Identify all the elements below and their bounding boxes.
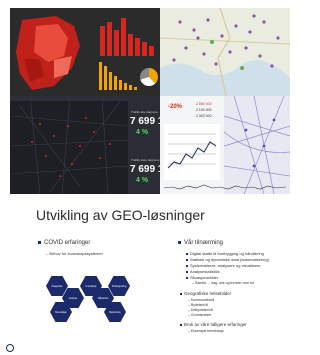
dashboard-thumbnail-point-map[interactable]: [160, 8, 290, 96]
kpi-title: Trafikk alle dagnene: [131, 110, 158, 114]
bullet-icon: [180, 292, 182, 295]
bullet-icon: [186, 258, 188, 261]
kpi-title: Trafikk siste dagnene: [131, 158, 160, 162]
change-badge: -20%: [168, 104, 183, 110]
bar-chart-yellow: [99, 62, 137, 90]
sub-bullet-text: Eksempel beredskap: [190, 329, 224, 333]
bullet-icon: [186, 270, 188, 273]
geo-item-text: Kommunalnivå: [190, 298, 215, 302]
bullet-item: Analysestatistikk: [186, 269, 220, 274]
dashboard-thumbnail-analytics[interactable]: -20% 2 550 000 2 190 000 2 300 000: [160, 96, 290, 194]
route-map: [224, 96, 290, 194]
left-sub: – Behov for kunnskapssystemer: [46, 251, 103, 256]
hex-item: Nasjonale: [46, 276, 68, 296]
geo-item: – Grunnkretser: [188, 313, 212, 317]
right-heading-3: Bruk av våre tidligere erfaringer: [180, 322, 247, 327]
sub-bullet: – Samtid → dag, uke og trender over tid: [192, 281, 255, 285]
bullet-icon: [178, 240, 181, 244]
right-heading-2-text: Geografiske helsebilder: [184, 291, 232, 296]
kpi-change: 4 %: [136, 177, 149, 184]
timeline-chart: [164, 184, 286, 190]
bullet-item: Situasjonsbilder: [186, 275, 218, 280]
donut-chart: [140, 68, 158, 86]
stat-value: 2 300 000: [196, 114, 212, 118]
right-heading: Vår tilnærming: [178, 240, 223, 246]
bullet-item: Statiske og dynamiske data (automatiseri…: [186, 257, 269, 262]
sub-bullet-text: Samtid → dag, uke og trender over tid: [194, 281, 255, 285]
bullet-text: Analysestatistikk: [190, 269, 220, 274]
geo-item: – Kommunalnivå: [188, 298, 215, 302]
kpi-change: 4 %: [136, 129, 149, 136]
dashboard-thumbnail-map[interactable]: [10, 8, 160, 96]
bullet-icon: [186, 252, 188, 255]
bullet-icon: [186, 276, 188, 279]
bullet-text: Digital støtte til forebygging og håndte…: [190, 251, 264, 256]
geo-item-text: Grunnkretser: [190, 313, 212, 317]
bullet-item: Digital støtte til forebygging og håndte…: [186, 251, 264, 256]
bar-chart-red: [100, 18, 154, 56]
right-heading-3-text: Bruk av våre tidligere erfaringer: [184, 322, 247, 327]
kpi-value: 7 699 118: [130, 164, 160, 175]
bullet-icon: [180, 323, 182, 326]
hex-item: Smittesporing: [108, 276, 130, 296]
slide-title: Utvikling av GEO-løsninger: [36, 207, 205, 223]
stat-value: 2 550 000: [196, 102, 212, 106]
bullet-item: Systematisere, analysere og visualisere: [186, 263, 260, 268]
hexagon-cluster: Nasjonale Kunnskap Smittesporing Analyse…: [46, 276, 136, 332]
mini-charts: [164, 124, 220, 180]
right-heading-text: Vår tilnærming: [184, 240, 224, 246]
left-heading: COVID erfaringer: [38, 240, 90, 246]
logo-icon: [6, 344, 14, 352]
bullet-icon: [38, 240, 41, 244]
kpi-value: 7 699 118: [130, 116, 160, 127]
stat-value: 2 190 000: [196, 108, 212, 112]
geo-item-text: Bydelsnivå: [190, 303, 208, 307]
sub-bullet: – Eksempel beredskap: [188, 329, 224, 333]
left-heading-text: COVID erfaringer: [44, 240, 91, 246]
left-sub-text: Behov for kunnskapssystemer: [49, 251, 103, 256]
bullet-text: Statiske og dynamiske data (automatiseri…: [190, 257, 269, 262]
dark-network-map: [10, 96, 128, 194]
dashboard-thumbnail-tracking[interactable]: Trafikk alle dagnene 7 699 118 4 % Trafi…: [10, 96, 160, 194]
choropleth-map: [14, 16, 84, 92]
kpi-sidebar: Trafikk alle dagnene 7 699 118 4 % Trafi…: [128, 96, 160, 194]
geo-item-text: Delbydelsnivå: [190, 308, 213, 312]
geo-item: – Delbydelsnivå: [188, 308, 213, 312]
point-map: [160, 8, 290, 96]
bullet-text: Situasjonsbilder: [190, 275, 219, 280]
right-heading-2: Geografiske helsebilder: [180, 291, 231, 296]
bullet-text: Systematisere, analysere og visualisere: [190, 263, 261, 268]
bullet-icon: [186, 264, 188, 267]
geo-item: – Bydelsnivå: [188, 303, 208, 307]
